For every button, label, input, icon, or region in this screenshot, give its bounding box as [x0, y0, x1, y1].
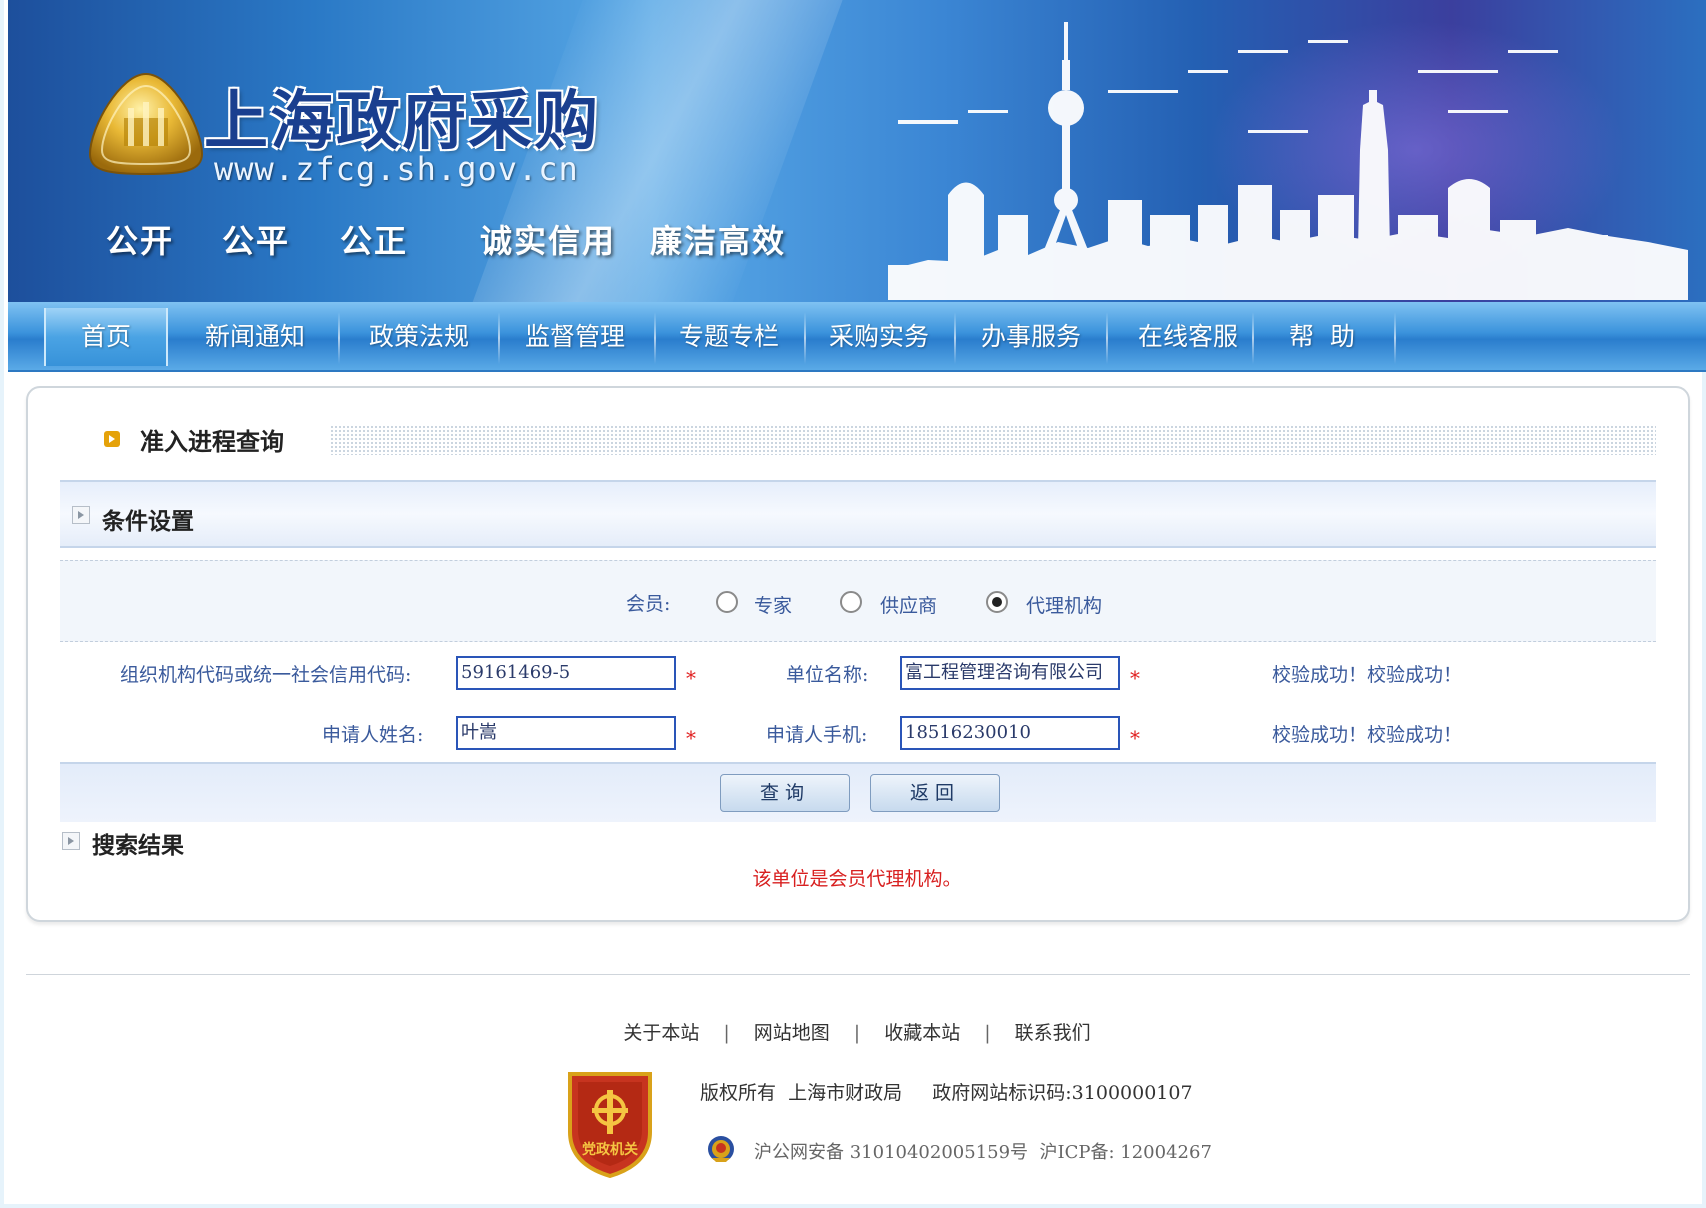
- required-mark: *: [686, 726, 696, 750]
- footer-divider: [26, 974, 1690, 975]
- nav-item-home[interactable]: 首页: [44, 308, 168, 366]
- slogan-3: 公正: [340, 222, 409, 260]
- footer-separator: |: [723, 1022, 730, 1044]
- page-frame: 上海政府采购 www.zfcg.sh.gov.cn 公开 公平 公正 诚实信用 …: [0, 0, 1706, 1208]
- applicant-phone-label: 申请人手机:: [766, 724, 868, 746]
- radio-agency[interactable]: [986, 591, 1008, 613]
- title-bullet-icon: [104, 431, 120, 447]
- site-url: www.zfcg.sh.gov.cn: [214, 150, 579, 188]
- nav-item-help[interactable]: 帮 助: [1254, 308, 1390, 366]
- emblem-logo-icon: [88, 72, 204, 176]
- slogan-4: 诚实信用: [480, 222, 617, 260]
- nav-item-online-service[interactable]: 在线客服: [1108, 308, 1268, 366]
- applicant-name-input[interactable]: 叶嵩: [456, 716, 676, 750]
- nav-item-news[interactable]: 新闻通知: [180, 308, 330, 366]
- nav-item-supervision[interactable]: 监督管理: [500, 308, 650, 366]
- nav-separator: [1394, 312, 1396, 364]
- site-title: 上海政府采购: [204, 85, 600, 159]
- query-button[interactable]: 查询: [720, 774, 850, 812]
- slogan-5: 廉洁高效: [650, 222, 787, 260]
- content-panel: [26, 386, 1690, 922]
- member-label: 会员:: [626, 593, 671, 615]
- beian-text[interactable]: 沪公网安备 31010402005159号 沪ICP备: 12004267: [754, 1138, 1212, 1164]
- required-mark: *: [1130, 666, 1140, 690]
- result-message: 该单位是会员代理机构。: [752, 868, 962, 890]
- required-mark: *: [686, 666, 696, 690]
- footer-link-about[interactable]: 关于本站: [623, 1022, 699, 1044]
- footer-links: 关于本站 | 网站地图 | 收藏本站 | 联系我们: [4, 1018, 1706, 1045]
- badge-text: 党政机关: [582, 1141, 638, 1158]
- nav-item-policy[interactable]: 政策法规: [344, 308, 494, 366]
- radio-supplier[interactable]: [840, 591, 862, 613]
- copyright-text: 版权所有 上海市财政局 政府网站标识码:3100000107: [700, 1082, 1193, 1104]
- conditions-section-header: 条件设置: [60, 480, 1656, 548]
- page-title: 准入进程查询: [140, 427, 284, 456]
- footer-link-sitemap[interactable]: 网站地图: [754, 1022, 830, 1044]
- unit-name-label: 单位名称:: [786, 664, 869, 686]
- applicant-phone-input[interactable]: 18516230010: [900, 716, 1120, 750]
- org-code-label: 组织机构代码或统一社会信用代码:: [120, 664, 412, 686]
- footer-link-contact[interactable]: 联系我们: [1015, 1022, 1091, 1044]
- action-bar: 查询 返回: [60, 762, 1656, 822]
- nav-separator: [338, 312, 340, 364]
- conditions-title: 条件设置: [102, 508, 194, 535]
- validation-message-row1: 校验成功！校验成功！: [1272, 664, 1463, 686]
- back-button[interactable]: 返回: [870, 774, 1000, 812]
- org-code-input[interactable]: 59161469-5: [456, 656, 676, 690]
- results-toggle-icon[interactable]: [62, 832, 80, 850]
- nav-item-procurement[interactable]: 采购实务: [804, 308, 954, 366]
- nav-item-topics[interactable]: 专题专栏: [654, 308, 804, 366]
- applicant-name-label: 申请人姓名:: [322, 724, 424, 746]
- slogan-1: 公开: [106, 222, 175, 260]
- main-nav: 首页 新闻通知 政策法规 监督管理 专题专栏 采购实务 办事服务 在线客服 帮 …: [8, 302, 1706, 372]
- radio-agency-label[interactable]: 代理机构: [1026, 591, 1102, 618]
- slogan-2: 公平: [222, 222, 291, 260]
- validation-message-row2: 校验成功！校验成功！: [1272, 724, 1463, 746]
- police-badge-icon: [708, 1136, 734, 1162]
- required-mark: *: [1130, 726, 1140, 750]
- shanghai-skyline-icon: [888, 22, 1688, 300]
- title-decoration: [330, 425, 1656, 455]
- expand-toggle-icon[interactable]: [72, 506, 90, 524]
- radio-expert[interactable]: [716, 591, 738, 613]
- footer-separator: |: [853, 1022, 861, 1044]
- footer-separator: |: [984, 1022, 991, 1044]
- radio-supplier-label[interactable]: 供应商: [880, 591, 937, 618]
- party-government-badge-icon[interactable]: 党政机关: [562, 1068, 658, 1178]
- nav-item-services[interactable]: 办事服务: [956, 308, 1106, 366]
- member-type-row: 会员: 专家 供应商 代理机构: [60, 560, 1656, 642]
- footer-link-bookmark[interactable]: 收藏本站: [884, 1022, 960, 1044]
- unit-name-input[interactable]: 富工程管理咨询有限公司: [900, 656, 1120, 690]
- header-banner: 上海政府采购 www.zfcg.sh.gov.cn 公开 公平 公正 诚实信用 …: [8, 0, 1706, 302]
- radio-expert-label[interactable]: 专家: [754, 591, 792, 618]
- results-title: 搜索结果: [92, 832, 184, 859]
